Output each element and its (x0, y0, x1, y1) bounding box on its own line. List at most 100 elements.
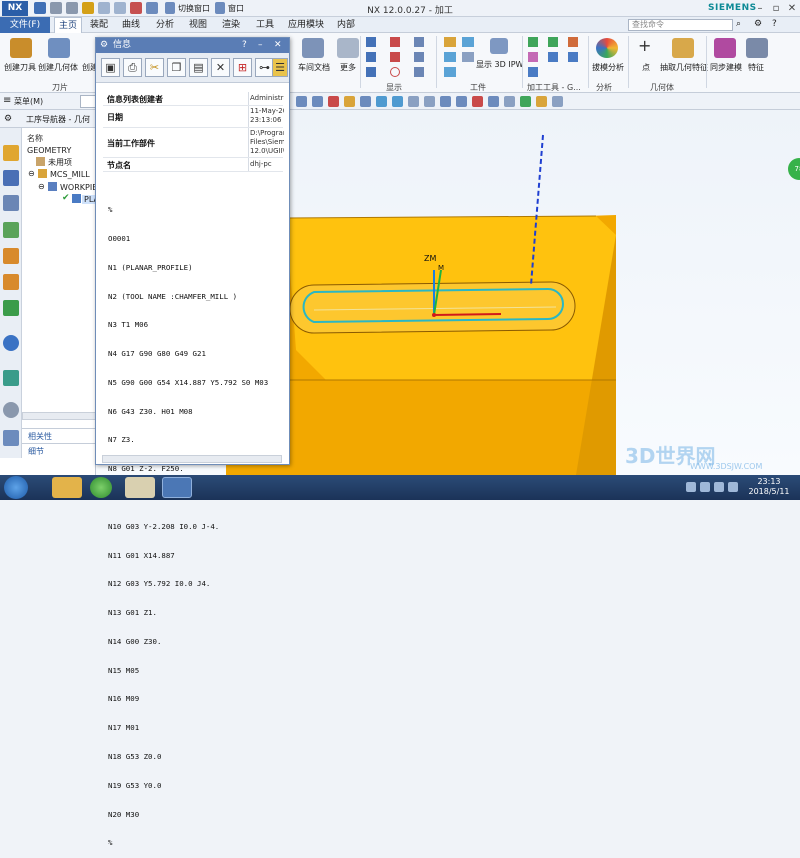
taskbar-clock[interactable]: 23:13 2018/5/11 (740, 477, 798, 497)
sync-modeling-button[interactable]: 同步建模 (710, 62, 742, 73)
toolbar-icon-10[interactable] (440, 96, 451, 107)
display-icon-8[interactable] (414, 52, 424, 62)
delete-icon[interactable] (130, 2, 142, 14)
repeat-icon[interactable] (146, 2, 158, 14)
resource-tab-icon-5[interactable] (3, 248, 19, 264)
toolbar-icon-5[interactable] (360, 96, 371, 107)
list-icon[interactable]: ☰ (272, 58, 288, 77)
cut-icon[interactable]: ✂ (145, 58, 164, 77)
window-menu[interactable]: 窗口 (228, 3, 244, 14)
feature-icon[interactable] (746, 38, 768, 58)
toolbar-icon-11[interactable] (456, 96, 467, 107)
display-icon-3[interactable] (366, 67, 376, 77)
display-3d-ipw-icon[interactable] (490, 38, 508, 54)
nx-taskbar-icon[interactable] (162, 477, 192, 498)
resource-tab-icon-9[interactable] (3, 370, 19, 386)
toolbar-icon-2[interactable] (312, 96, 323, 107)
tab-curve[interactable]: 曲线 (118, 17, 144, 33)
resource-tab-icon-4[interactable] (3, 222, 19, 238)
shop-doc-button[interactable]: 车间文档 (298, 62, 330, 73)
print-icon[interactable]: ⎙ (123, 58, 142, 77)
extract-geometry-button[interactable]: 抽取几何特征 (660, 62, 708, 73)
menu-dropdown[interactable]: 菜单(M) (14, 96, 43, 107)
feature-button[interactable]: 特征 (748, 62, 764, 73)
tab-analysis[interactable]: 分析 (152, 17, 178, 33)
copy-icon[interactable]: ❐ (167, 58, 186, 77)
toolbar-icon-16[interactable] (536, 96, 547, 107)
network-icon[interactable] (714, 482, 724, 492)
tree-item-unused[interactable]: 未用项 (48, 157, 72, 168)
point-button[interactable]: 点 (642, 62, 650, 73)
details-panel-label[interactable]: 细节 (28, 446, 44, 457)
info-dialog-titlebar[interactable]: ⚙ 信息 ? – ✕ (96, 38, 289, 53)
start-button[interactable] (4, 476, 28, 499)
display-icon-9[interactable] (414, 67, 424, 77)
expand-icon[interactable]: ⊖ (38, 182, 45, 191)
maximize-icon[interactable]: ▫ (768, 2, 784, 15)
resource-tab-icon-10[interactable] (3, 430, 19, 446)
tree-item-workpiece[interactable]: WORKPIE (60, 183, 97, 192)
gear-icon[interactable]: ⚙ (100, 38, 108, 53)
tree-item-geometry[interactable]: GEOMETRY (27, 146, 71, 155)
close-icon[interactable]: ✕ (274, 38, 282, 53)
related-panel-label[interactable]: 相关性 (28, 431, 52, 442)
browser-icon[interactable] (90, 477, 112, 498)
machining-icon-2[interactable] (528, 52, 538, 62)
tray-icon-2[interactable] (700, 482, 710, 492)
paste-icon[interactable] (114, 2, 126, 14)
media-icon[interactable] (125, 477, 155, 498)
toolbar-icon-4[interactable] (344, 96, 355, 107)
save-icon[interactable] (34, 2, 46, 14)
workpiece-icon-5[interactable] (462, 52, 474, 62)
workpiece-icon-2[interactable] (444, 52, 456, 62)
sync-modeling-icon[interactable] (714, 38, 736, 58)
toolbar-icon-12[interactable] (472, 96, 483, 107)
display-icon-7[interactable] (414, 37, 424, 47)
help-icon[interactable]: ? (772, 19, 784, 31)
toolbar-icon-1[interactable] (296, 96, 307, 107)
tray-icon-1[interactable] (686, 482, 696, 492)
copy-icon[interactable] (98, 2, 110, 14)
navigator-scrollbar[interactable] (22, 412, 96, 420)
add-icon[interactable]: ⊞ (233, 58, 252, 77)
paste-icon[interactable]: ▤ (189, 58, 208, 77)
tab-home[interactable]: 主页 (54, 17, 83, 33)
info-dialog-scrollbar[interactable] (102, 455, 282, 463)
create-geometry-button[interactable]: 创建几何体 (38, 62, 78, 73)
toolbar-icon-15[interactable] (520, 96, 531, 107)
draft-analysis-icon[interactable] (596, 38, 618, 58)
delete-icon[interactable]: ✕ (211, 58, 230, 77)
display-icon-6[interactable] (390, 67, 400, 77)
minimize-icon[interactable]: – (258, 38, 263, 53)
toolbar-icon-3[interactable] (328, 96, 339, 107)
expand-icon[interactable]: ⊖ (28, 169, 35, 178)
file-menu[interactable]: 文件(F) (0, 17, 50, 33)
workpiece-icon-3[interactable] (444, 67, 456, 77)
switch-window-button[interactable]: 切换窗口 (178, 3, 210, 14)
point-icon[interactable]: + (638, 38, 654, 54)
undo-icon[interactable] (50, 2, 62, 14)
toolbar-icon-17[interactable] (552, 96, 563, 107)
machining-icon-7[interactable] (568, 52, 578, 62)
tab-tools[interactable]: 工具 (252, 17, 278, 33)
tab-render[interactable]: 渲染 (218, 17, 244, 33)
column-header-name[interactable]: 名称 (27, 133, 43, 144)
display-icon-1[interactable] (366, 37, 376, 47)
toolbar-icon-6[interactable] (376, 96, 387, 107)
history-icon[interactable] (3, 402, 19, 418)
minimize-icon[interactable]: – (752, 2, 768, 15)
resource-tab-icon-6[interactable] (3, 274, 19, 290)
workpiece-icon-1[interactable] (444, 37, 456, 47)
toolbar-icon-7[interactable] (392, 96, 403, 107)
workpiece-icon-4[interactable] (462, 37, 474, 47)
search-icon[interactable]: ⌕ (736, 19, 748, 31)
shop-doc-icon[interactable] (302, 38, 324, 58)
display-icon-5[interactable] (390, 52, 400, 62)
create-tool-icon[interactable] (10, 38, 32, 58)
create-tool-button[interactable]: 创建刀具 (4, 62, 36, 73)
toolbar-icon-8[interactable] (408, 96, 419, 107)
gear-icon[interactable]: ⚙ (4, 114, 14, 124)
machining-icon-5[interactable] (548, 52, 558, 62)
help-icon[interactable]: ? (242, 38, 247, 53)
resource-tab-icon-7[interactable] (3, 300, 19, 316)
